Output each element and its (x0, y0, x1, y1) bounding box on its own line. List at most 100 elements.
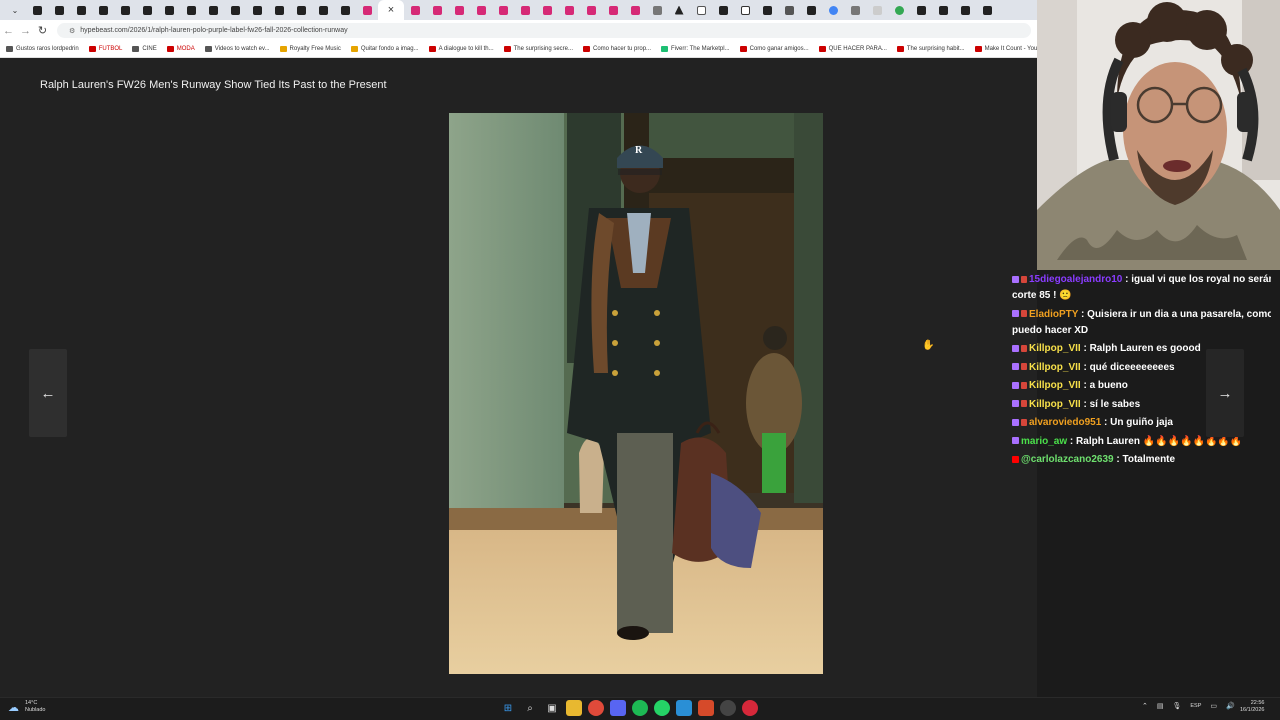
tab[interactable] (426, 0, 448, 20)
tab[interactable] (888, 0, 910, 20)
tab[interactable] (844, 0, 866, 20)
tab[interactable] (514, 0, 536, 20)
weather-widget[interactable]: ☁ 14°C Nublado (8, 700, 46, 714)
tab[interactable] (202, 0, 224, 20)
tab[interactable] (356, 0, 378, 20)
tab[interactable] (690, 0, 712, 20)
bookmark-item[interactable]: QUE HACER PARA... (818, 46, 887, 52)
bookmark-item[interactable]: MODA (166, 46, 195, 52)
tab-list-button[interactable]: ⌄ (4, 0, 26, 20)
site-info-icon[interactable]: ⚙ (69, 27, 75, 35)
tab[interactable] (70, 0, 92, 20)
tab[interactable] (136, 0, 158, 20)
url-field[interactable]: ⚙ hypebeast.com/2026/1/ralph-lauren-polo… (57, 23, 1031, 38)
whatsapp-icon[interactable] (654, 700, 670, 716)
tab[interactable] (492, 0, 514, 20)
tab[interactable] (158, 0, 180, 20)
tab[interactable] (268, 0, 290, 20)
active-tab[interactable]: × (378, 0, 404, 20)
tab[interactable] (756, 0, 778, 20)
tab[interactable] (822, 0, 844, 20)
reload-icon[interactable]: ↻ (34, 20, 51, 41)
tab[interactable] (646, 0, 668, 20)
bookmark-item[interactable]: Make It Count - You... (974, 46, 1037, 52)
chat-username[interactable]: EladioPTY (1029, 309, 1078, 320)
bookmark-item[interactable]: The surprising secre... (503, 46, 573, 52)
chrome-icon[interactable] (588, 700, 604, 716)
bookmark-item[interactable]: Fiverr: The Marketpl... (661, 46, 730, 52)
close-tab-icon[interactable]: × (388, 4, 394, 15)
file-explorer-icon[interactable] (566, 700, 582, 716)
display-icon[interactable]: ▭ (1210, 702, 1217, 710)
bookmark-item[interactable]: FUTBOL (88, 46, 122, 52)
bookmark-item[interactable]: CINE (132, 46, 157, 52)
tab[interactable] (448, 0, 470, 20)
bookmark-item[interactable]: Como hacer tu prop... (583, 46, 651, 52)
microphone-icon[interactable]: 🎙 (1173, 702, 1182, 710)
next-image-button[interactable]: → (1206, 349, 1244, 437)
tab[interactable] (290, 0, 312, 20)
start-icon[interactable]: ⊞ (500, 700, 516, 716)
chat-username[interactable]: Killpop_VII (1029, 399, 1081, 410)
chat-username[interactable]: Killpop_VII (1029, 343, 1081, 354)
tab[interactable] (404, 0, 426, 20)
tab[interactable] (92, 0, 114, 20)
chat-username[interactable]: mario_aw (1021, 436, 1067, 447)
tab[interactable] (778, 0, 800, 20)
forward-icon[interactable]: → (17, 20, 34, 41)
tab[interactable] (976, 0, 998, 20)
tab[interactable] (954, 0, 976, 20)
tab[interactable] (246, 0, 268, 20)
tab[interactable] (580, 0, 602, 20)
tab[interactable] (536, 0, 558, 20)
tab[interactable] (602, 0, 624, 20)
tab[interactable] (624, 0, 646, 20)
chat-username[interactable]: @carlolazcano2639 (1021, 454, 1114, 465)
tab[interactable] (312, 0, 334, 20)
bookmark-item[interactable]: Quitar fondo a imag... (350, 46, 419, 52)
tab[interactable] (712, 0, 734, 20)
bookmark-item[interactable]: Como ganar amigos... (739, 46, 809, 52)
chat-username[interactable]: alvaroviedo951 (1029, 417, 1101, 428)
tab[interactable] (470, 0, 492, 20)
network-icon[interactable]: ▤ (1157, 702, 1164, 710)
tab[interactable] (910, 0, 932, 20)
chat-username[interactable]: Killpop_VII (1029, 380, 1081, 391)
clock[interactable]: 22:56 16/1/2026 (1240, 700, 1264, 714)
discord-icon[interactable] (610, 700, 626, 716)
tab[interactable] (334, 0, 356, 20)
volume-icon[interactable]: 🔊 (1226, 702, 1235, 710)
task-view-icon[interactable]: ▣ (544, 700, 560, 716)
tab[interactable] (866, 0, 888, 20)
chat-text: a bueno (1089, 380, 1128, 391)
bookmark-item[interactable]: A dialogue to kill th... (428, 46, 494, 52)
tab[interactable] (932, 0, 954, 20)
tab[interactable] (26, 0, 48, 20)
back-icon[interactable]: ← (0, 20, 17, 41)
tab[interactable] (48, 0, 70, 20)
previous-image-button[interactable]: ← (29, 349, 67, 437)
bookmark-item[interactable]: The surprising habit... (896, 46, 965, 52)
bookmark-item[interactable]: Gustos raros lordpedrin (6, 46, 79, 52)
tab[interactable] (114, 0, 136, 20)
bookmark-item[interactable]: Videos to watch ev... (204, 46, 270, 52)
tab[interactable] (800, 0, 822, 20)
chevron-up-icon[interactable]: ⌃ (1142, 702, 1148, 710)
tab[interactable] (734, 0, 756, 20)
language-indicator[interactable]: ESP (1190, 703, 1201, 709)
search-icon[interactable]: ⌕ (522, 700, 538, 716)
chat-text: Ralph Lauren 🔥🔥🔥🔥🔥🔥🔥🔥 (1076, 435, 1243, 447)
app-icon[interactable] (676, 700, 692, 716)
obs-icon[interactable] (720, 700, 736, 716)
browser-window: ⌄ × ← → ↻ ⚙ hypebeast.com/2026/1/ralph-l… (0, 0, 1037, 697)
app-icon[interactable] (742, 700, 758, 716)
chat-username[interactable]: Killpop_VII (1029, 362, 1081, 373)
tab[interactable] (180, 0, 202, 20)
chat-username[interactable]: 15diegoalejandro10 (1029, 274, 1122, 285)
tab[interactable] (668, 0, 690, 20)
tab[interactable] (224, 0, 246, 20)
spotify-icon[interactable] (632, 700, 648, 716)
app-icon[interactable] (698, 700, 714, 716)
bookmark-item[interactable]: Royalty Free Music (279, 46, 341, 52)
tab[interactable] (558, 0, 580, 20)
